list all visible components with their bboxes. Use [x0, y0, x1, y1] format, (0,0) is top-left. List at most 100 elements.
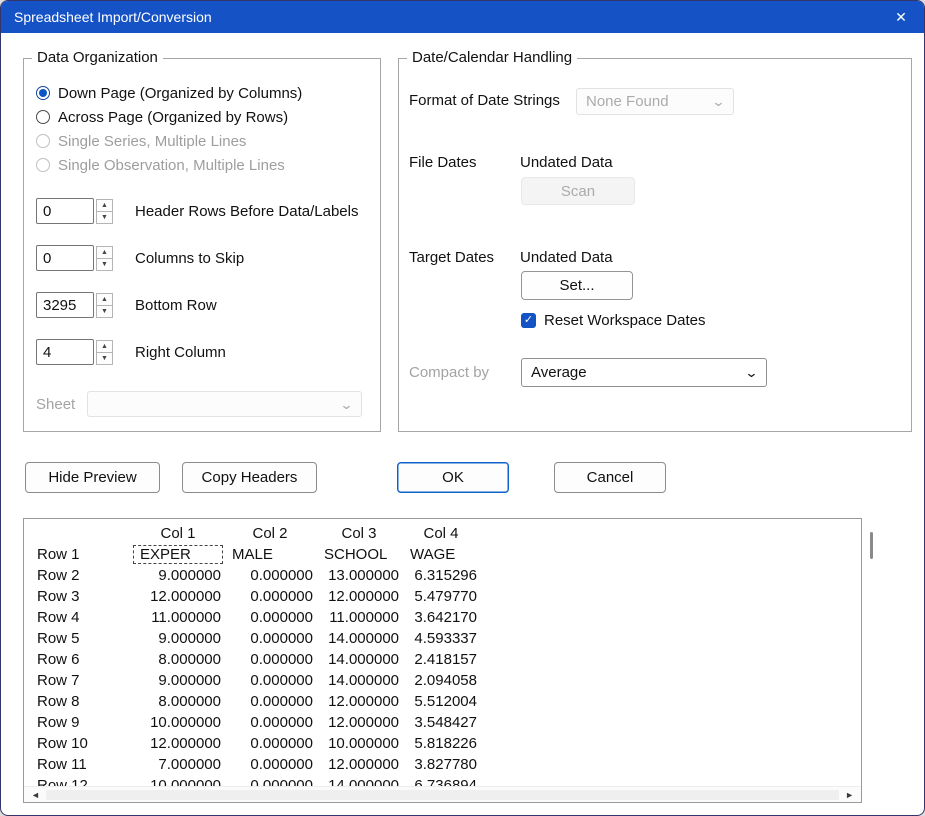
table-cell[interactable]: 2.418157: [402, 649, 480, 670]
horizontal-scrollbar-thumb[interactable]: [46, 790, 839, 800]
row-label[interactable]: Row 8: [24, 691, 132, 712]
table-cell[interactable]: WAGE: [402, 544, 480, 565]
table-cell[interactable]: 14.000000: [316, 649, 402, 670]
table-cell[interactable]: 0.000000: [224, 586, 316, 607]
row-label[interactable]: Row 11: [24, 754, 132, 775]
column-header[interactable]: Col 3: [316, 523, 402, 544]
spin-down-icon[interactable]: ▼: [96, 352, 113, 365]
table-cell[interactable]: 0.000000: [224, 649, 316, 670]
preview-rows: Row 1EXPERMALESCHOOLWAGERow 29.0000000.0…: [24, 544, 861, 796]
close-button[interactable]: ✕: [878, 1, 924, 33]
table-cell[interactable]: 7.000000: [132, 754, 224, 775]
table-cell[interactable]: 0.000000: [224, 670, 316, 691]
table-cell[interactable]: EXPER: [132, 544, 224, 565]
table-cell[interactable]: 0.000000: [224, 712, 316, 733]
row-label[interactable]: Row 5: [24, 628, 132, 649]
table-cell[interactable]: 0.000000: [224, 565, 316, 586]
spinner-input[interactable]: [36, 245, 94, 271]
cancel-button[interactable]: Cancel: [554, 462, 666, 493]
table-cell[interactable]: 8.000000: [132, 691, 224, 712]
checkbox-checked-icon[interactable]: ✓: [521, 313, 536, 328]
table-cell[interactable]: 12.000000: [316, 712, 402, 733]
table-cell[interactable]: 6.315296: [402, 565, 480, 586]
data-organization-group: Data Organization Down Page (Organized b…: [23, 58, 381, 432]
table-cell[interactable]: 5.512004: [402, 691, 480, 712]
chevron-down-icon: ⌄: [339, 398, 353, 411]
table-cell[interactable]: 9.000000: [132, 565, 224, 586]
vertical-scrollbar-thumb[interactable]: [870, 532, 873, 559]
table-cell[interactable]: 14.000000: [316, 670, 402, 691]
table-cell[interactable]: 12.000000: [316, 586, 402, 607]
spin-down-icon[interactable]: ▼: [96, 258, 113, 271]
table-cell[interactable]: 4.593337: [402, 628, 480, 649]
table-cell[interactable]: 11.000000: [132, 607, 224, 628]
spin-down-icon[interactable]: ▼: [96, 305, 113, 318]
hide-preview-button[interactable]: Hide Preview: [25, 462, 160, 493]
table-row: Row 312.0000000.00000012.0000005.479770: [24, 586, 861, 607]
table-cell[interactable]: 5.479770: [402, 586, 480, 607]
table-cell[interactable]: 12.000000: [316, 691, 402, 712]
column-header[interactable]: Col 1: [132, 523, 224, 544]
row-label[interactable]: Row 1: [24, 544, 132, 565]
title-bar[interactable]: Spreadsheet Import/Conversion ✕: [1, 1, 924, 33]
row-label[interactable]: Row 3: [24, 586, 132, 607]
row-label[interactable]: Row 9: [24, 712, 132, 733]
radio-selected-icon[interactable]: [36, 86, 50, 100]
radio-option-4: Single Observation, Multiple Lines: [36, 153, 302, 177]
table-cell[interactable]: 12.000000: [132, 733, 224, 754]
radio-option-1[interactable]: Down Page (Organized by Columns): [36, 81, 302, 105]
table-cell[interactable]: 10.000000: [316, 733, 402, 754]
row-label[interactable]: Row 10: [24, 733, 132, 754]
spinner-input[interactable]: [36, 292, 94, 318]
copy-headers-button[interactable]: Copy Headers: [182, 462, 317, 493]
table-cell[interactable]: 8.000000: [132, 649, 224, 670]
table-cell[interactable]: 2.094058: [402, 670, 480, 691]
preview-table[interactable]: Col 1Col 2Col 3Col 4 Row 1EXPERMALESCHOO…: [23, 518, 862, 803]
format-of-date-strings-label: Format of Date Strings: [409, 92, 560, 109]
table-cell[interactable]: SCHOOL: [316, 544, 402, 565]
sheet-combo: ⌄: [87, 391, 362, 417]
row-label[interactable]: Row 7: [24, 670, 132, 691]
file-dates-label: File Dates: [409, 154, 477, 171]
table-cell[interactable]: MALE: [224, 544, 316, 565]
file-dates-value: Undated Data: [520, 154, 613, 171]
spinner-input[interactable]: [36, 198, 94, 224]
table-cell[interactable]: 9.000000: [132, 628, 224, 649]
scroll-right-icon[interactable]: ►: [845, 787, 854, 803]
table-cell[interactable]: 3.548427: [402, 712, 480, 733]
compact-by-combo[interactable]: Average ⌄: [521, 358, 767, 387]
table-cell[interactable]: 11.000000: [316, 607, 402, 628]
horizontal-scrollbar[interactable]: ◄ ►: [24, 786, 861, 802]
table-cell[interactable]: 13.000000: [316, 565, 402, 586]
table-cell[interactable]: 0.000000: [224, 691, 316, 712]
spin-down-icon[interactable]: ▼: [96, 211, 113, 224]
radio-label: Across Page (Organized by Rows): [58, 109, 288, 126]
vertical-scrollbar[interactable]: [867, 520, 877, 786]
table-cell[interactable]: 0.000000: [224, 733, 316, 754]
table-cell[interactable]: 3.827780: [402, 754, 480, 775]
scroll-left-icon[interactable]: ◄: [31, 787, 40, 803]
table-cell[interactable]: 0.000000: [224, 628, 316, 649]
radio-option-2[interactable]: Across Page (Organized by Rows): [36, 105, 302, 129]
radio-icon[interactable]: [36, 110, 50, 124]
reset-workspace-dates-checkbox[interactable]: ✓ Reset Workspace Dates: [521, 312, 705, 329]
table-cell[interactable]: 12.000000: [316, 754, 402, 775]
table-cell[interactable]: 10.000000: [132, 712, 224, 733]
ok-button[interactable]: OK: [397, 462, 509, 493]
table-cell[interactable]: 14.000000: [316, 628, 402, 649]
spinner-input[interactable]: [36, 339, 94, 365]
table-cell[interactable]: 12.000000: [132, 586, 224, 607]
table-cell[interactable]: 5.818226: [402, 733, 480, 754]
table-cell[interactable]: 0.000000: [224, 754, 316, 775]
set-dates-button[interactable]: Set...: [521, 271, 633, 300]
combo-value: None Found: [586, 93, 669, 110]
table-cell[interactable]: 0.000000: [224, 607, 316, 628]
column-header[interactable]: Col 2: [224, 523, 316, 544]
table-cell[interactable]: 9.000000: [132, 670, 224, 691]
row-label[interactable]: Row 2: [24, 565, 132, 586]
table-cell[interactable]: 3.642170: [402, 607, 480, 628]
row-label[interactable]: Row 6: [24, 649, 132, 670]
row-label[interactable]: Row 4: [24, 607, 132, 628]
column-header[interactable]: Col 4: [402, 523, 480, 544]
radio-group: Down Page (Organized by Columns) Across P…: [36, 81, 302, 177]
